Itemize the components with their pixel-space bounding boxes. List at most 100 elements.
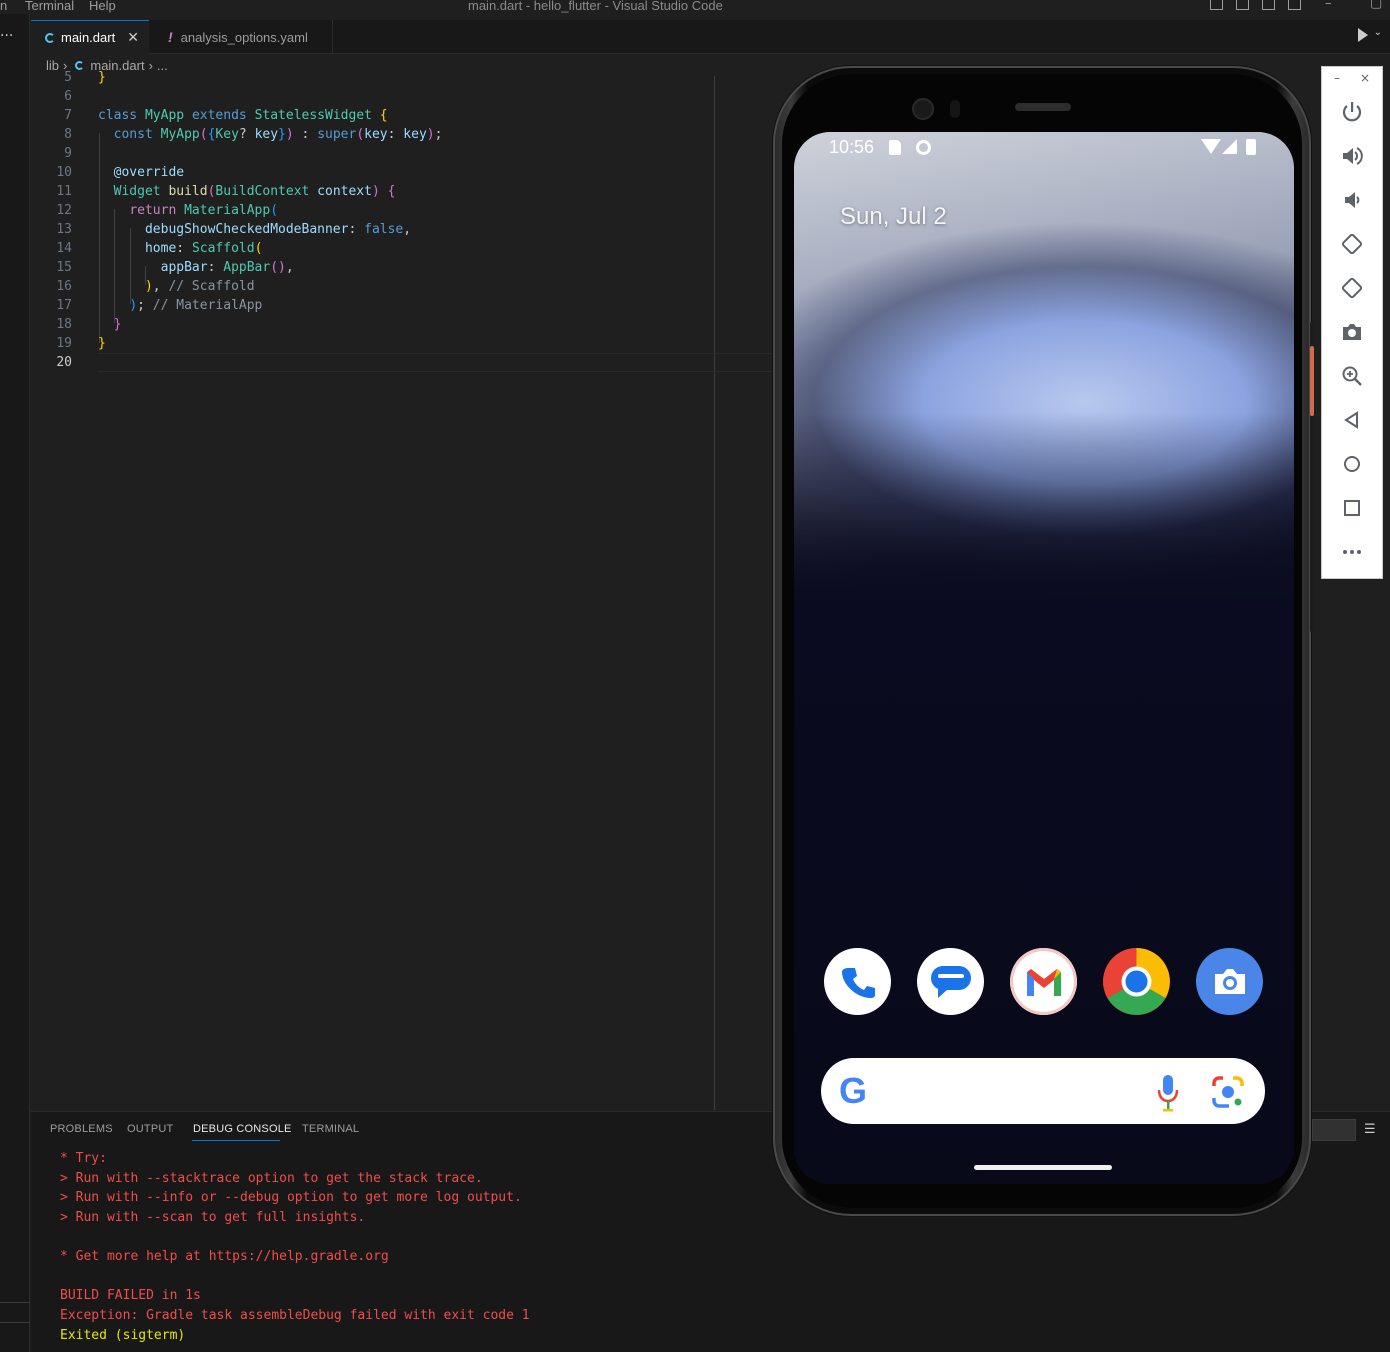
tab-output[interactable]: OUTPUT [127,1123,173,1135]
code-line[interactable]: 14 home: Scaffold( [31,239,262,258]
toggle-secondary-sidebar-icon[interactable] [1262,0,1275,10]
code-line[interactable]: 19} [31,334,105,353]
title-bar: n Terminal Help main.dart - hello_flutte… [0,0,1390,14]
code-line[interactable]: 13 debugShowCheckedModeBanner: false, [31,220,411,239]
line-number: 13 [56,222,72,237]
earpiece-speaker [1015,103,1071,111]
breadcrumb-symbol[interactable]: ... [157,58,168,73]
run-icon[interactable] [1358,28,1368,42]
console-line: > Run with --info or --debug option to g… [60,1190,522,1205]
window-minimize-icon[interactable]: – [1325,0,1332,11]
overview-icon[interactable] [1338,494,1366,522]
signal-icon [1222,139,1237,154]
gmail-m-icon [1026,968,1061,996]
toggle-panel-icon[interactable] [1236,0,1249,10]
code-line[interactable]: 20 [31,353,72,372]
console-line: > Run with --stacktrace option to get th… [60,1171,483,1186]
emulator-minimize-icon[interactable]: – [1334,71,1340,85]
home-date[interactable]: Sun, Jul 2 [840,203,947,231]
code-line[interactable]: 11 Widget build(BuildContext context) { [31,182,395,201]
editor-tab-bar: main.dart ✕ ! analysis_options.yaml ⌄ [31,20,1390,54]
more-actions-icon[interactable]: ··· [0,28,13,44]
phone-screen[interactable] [794,132,1294,1184]
speaker-loud-icon [1343,147,1363,165]
tab-main-dart[interactable]: main.dart ✕ [31,20,149,54]
tab-debug-console[interactable]: DEBUG CONSOLE [193,1123,292,1135]
dart-file-icon [45,32,55,43]
volume-up-icon[interactable] [1338,142,1366,170]
line-number: 6 [64,89,72,104]
window-maximize-icon[interactable]: ▢ [1370,0,1382,11]
phone-power-key[interactable] [1310,346,1314,416]
menu-terminal[interactable]: Terminal [25,0,74,13]
phone-app-icon[interactable] [824,948,891,1015]
line-number: 11 [56,184,72,199]
power-icon[interactable] [1338,98,1366,126]
chevron-right-icon: › [148,57,153,73]
menu-run[interactable]: n [0,0,7,13]
code-line[interactable]: 9 [31,144,72,163]
camera-app-icon[interactable] [1196,948,1263,1015]
wifi-icon [1201,139,1221,154]
tab-terminal[interactable]: TERMINAL [302,1123,359,1135]
code-line[interactable]: 17 ); // MaterialApp [31,296,262,315]
gmail-app-icon[interactable] [1010,948,1077,1015]
google-lens-icon[interactable] [1210,1074,1246,1110]
dart-file-icon [75,60,85,70]
screenshot-icon[interactable] [1338,318,1366,346]
current-line-highlight [98,353,778,372]
rotate-cw-icon [1341,277,1363,299]
activity-divider [0,1322,30,1323]
code-line[interactable]: 5} [31,68,106,87]
code-line[interactable]: 10 @override [31,163,184,182]
messages-app-icon[interactable] [917,948,984,1015]
code-line[interactable]: 8 const MyApp({Key? key}) : super(key: k… [31,125,442,144]
line-number: 5 [64,70,72,85]
word-wrap-icon[interactable]: ☰ [1364,1122,1376,1137]
tab-label: main.dart [61,30,116,45]
google-search-bar[interactable] [821,1058,1265,1124]
notification-icon [916,140,931,155]
chevron-down-icon[interactable]: ⌄ [1374,27,1382,38]
line-number: 12 [56,203,72,218]
sd-card-icon [889,140,901,155]
home-icon[interactable] [1338,450,1366,478]
volume-down-icon[interactable] [1338,186,1366,214]
camera-snap-icon [1343,324,1361,340]
toggle-sidebar-icon[interactable] [1210,0,1223,10]
window-title: main.dart - hello_flutter - Visual Studi… [468,0,723,13]
emulator-close-icon[interactable]: × [1360,71,1370,85]
back-icon[interactable] [1338,406,1366,434]
code-line[interactable]: 15 appBar: AppBar(), [31,258,293,277]
square-overview-icon [1344,500,1360,516]
code-line[interactable]: 16 ), // Scaffold [31,277,254,296]
customize-layout-icon[interactable] [1288,0,1301,10]
tab-label: analysis_options.yaml [180,29,308,45]
close-icon[interactable]: ✕ [127,29,139,46]
console-filter-input[interactable] [1312,1119,1356,1141]
code-line[interactable]: 18 } [31,315,121,334]
zoom-icon[interactable] [1338,362,1366,390]
line-number: 9 [64,146,72,161]
menu-help[interactable]: Help [89,0,116,13]
tab-analysis-options[interactable]: ! analysis_options.yaml [150,20,333,54]
console-line: Exception: Gradle task assembleDebug fai… [60,1308,530,1323]
console-line[interactable]: * Get more help at https://help.gradle.o… [60,1247,389,1267]
battery-icon [1246,139,1256,155]
speaker-quiet-icon [1345,192,1360,208]
microphone-icon[interactable] [1158,1074,1178,1112]
line-number: 18 [56,317,72,332]
chrome-app-icon[interactable] [1103,948,1170,1015]
rotate-left-icon[interactable] [1338,230,1366,258]
google-logo-icon[interactable]: G [839,1072,867,1110]
gesture-home-bar[interactable] [974,1165,1112,1170]
code-line[interactable]: 6 [31,87,72,106]
code-line[interactable]: 7 class MyApp extends StatelessWidget { [31,106,387,125]
line-number: 16 [56,279,72,294]
tab-problems[interactable]: PROBLEMS [50,1123,113,1135]
rotate-right-icon[interactable] [1338,274,1366,302]
ellipsis-icon [1343,550,1361,554]
more-icon[interactable] [1338,538,1366,566]
code-line[interactable]: 12 return MaterialApp( [31,201,278,220]
rotate-ccw-icon [1341,233,1363,255]
